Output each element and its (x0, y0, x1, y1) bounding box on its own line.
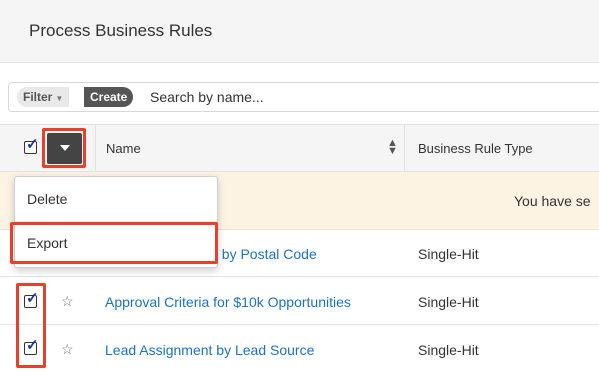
rule-type: Single-Hit (418, 342, 479, 358)
search-input[interactable] (150, 86, 570, 108)
rule-name-link[interactable]: t by Postal Code (214, 246, 317, 262)
filter-button[interactable]: Filter ▼ (17, 87, 70, 107)
select-all-checkbox[interactable]: ✓ (24, 137, 39, 154)
mass-actions-menu: Delete Export (14, 176, 218, 268)
filter-label: Filter (23, 90, 53, 104)
checkbox-checked-icon: ✓ (26, 136, 39, 153)
checkbox-checked-icon: ✓ (26, 290, 39, 307)
rule-name-link[interactable]: Approval Criteria for $10k Opportunities (105, 294, 351, 310)
selection-alert-text: You have se (514, 193, 591, 209)
checkbox-checked-icon: ✓ (26, 337, 39, 354)
row-checkbox[interactable]: ✓ (24, 338, 39, 355)
mass-actions-button[interactable] (47, 133, 82, 164)
star-outline-icon[interactable]: ☆ (61, 341, 74, 358)
menu-item-export[interactable]: Export (27, 235, 67, 251)
chevron-down-icon: ▼ (55, 94, 64, 103)
rule-name-link[interactable]: Lead Assignment by Lead Source (105, 342, 314, 358)
column-header-name[interactable]: Name (106, 141, 141, 156)
star-outline-icon[interactable]: ☆ (61, 293, 74, 310)
column-divider (404, 124, 405, 172)
row-checkbox[interactable]: ✓ (24, 291, 39, 308)
rule-type: Single-Hit (418, 246, 479, 262)
sort-icon[interactable]: ▲ ▼ (387, 138, 398, 157)
page-title: Process Business Rules (29, 21, 213, 40)
rule-type: Single-Hit (418, 294, 479, 310)
menu-divider (15, 221, 217, 222)
column-divider (95, 124, 96, 172)
column-header-type[interactable]: Business Rule Type (418, 141, 533, 156)
caret-down-icon (60, 145, 70, 151)
create-filter-button[interactable]: Create (84, 87, 134, 107)
menu-item-delete[interactable]: Delete (27, 191, 67, 207)
